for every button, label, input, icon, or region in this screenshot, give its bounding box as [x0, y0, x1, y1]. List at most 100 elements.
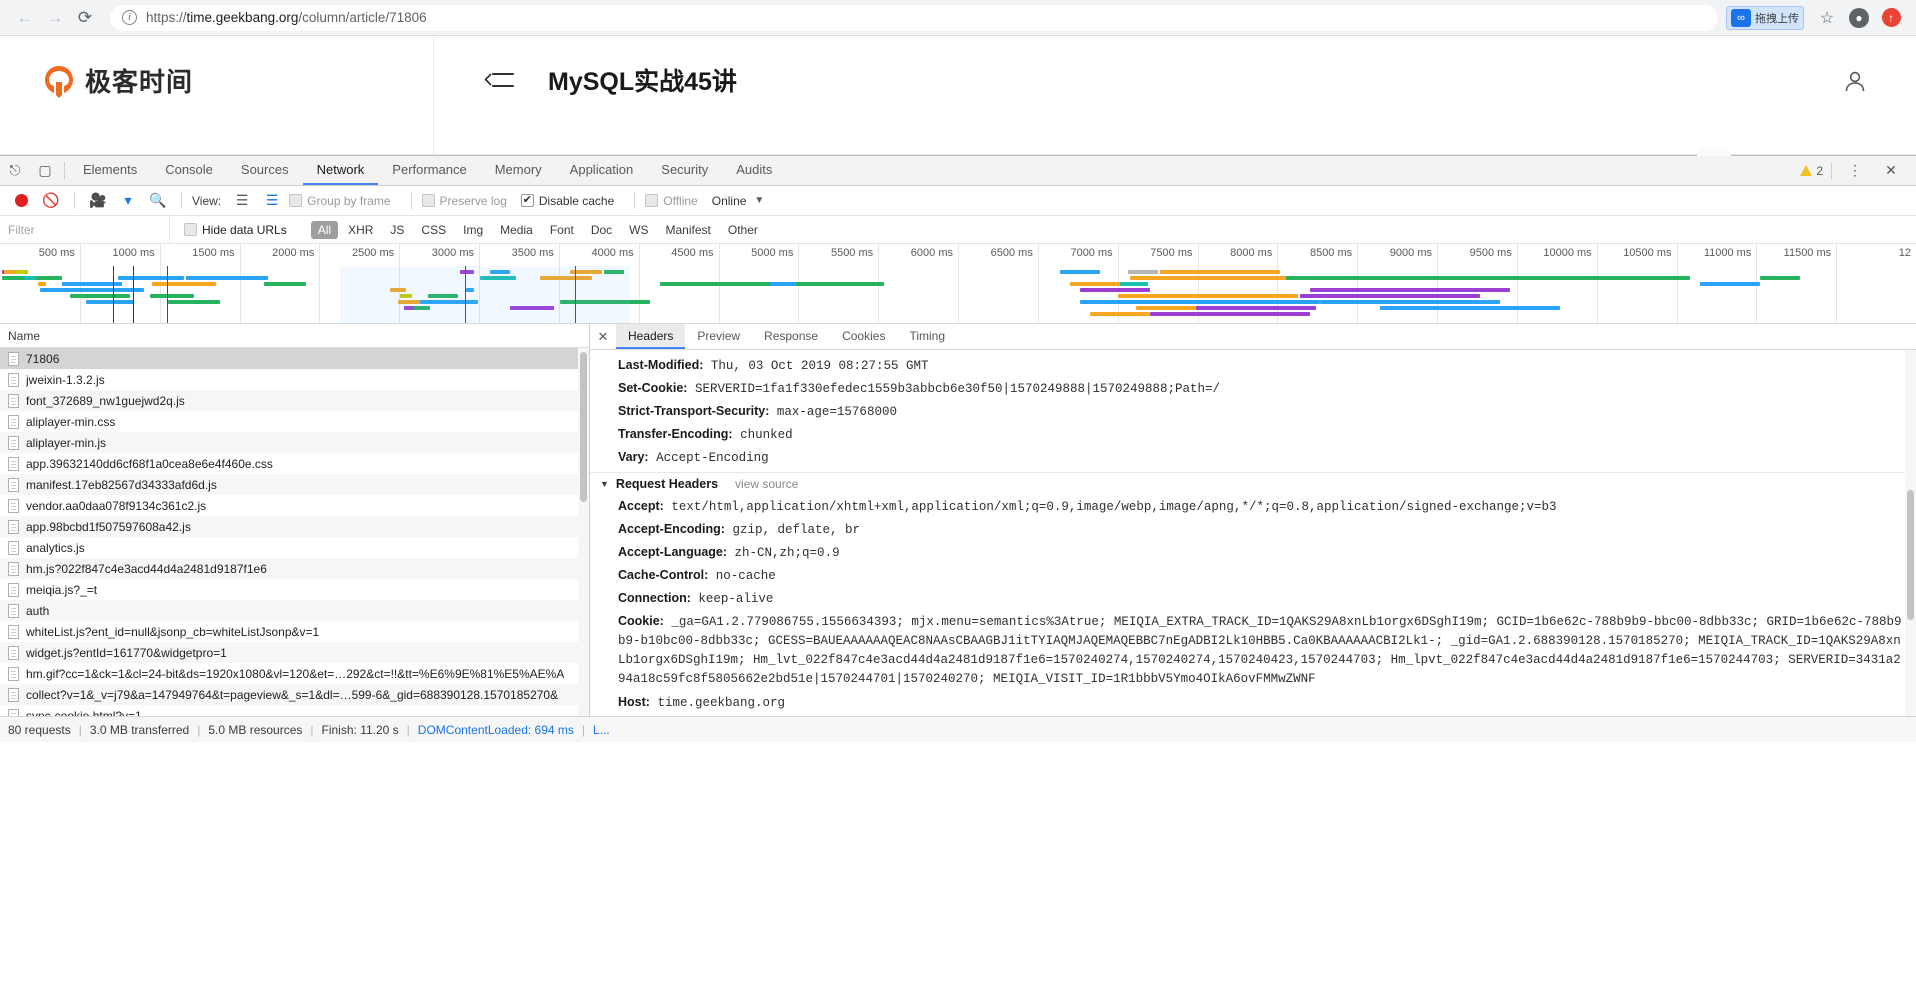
close-detail-icon[interactable]: ✕ — [590, 324, 616, 349]
filter-type-doc[interactable]: Doc — [584, 221, 619, 239]
table-row[interactable]: widget.js?entId=161770&widgetpro=1 — [0, 642, 589, 663]
forward-arrow-icon[interactable]: → — [40, 3, 70, 33]
address-bar[interactable]: i https://time.geekbang.org/column/artic… — [110, 4, 1718, 31]
timeline-gridline — [239, 244, 241, 323]
tab-elements[interactable]: Elements — [69, 156, 151, 185]
filter-type-img[interactable]: Img — [456, 221, 490, 239]
detail-tab-cookies[interactable]: Cookies — [830, 324, 897, 349]
tab-performance[interactable]: Performance — [378, 156, 480, 185]
filter-type-js[interactable]: JS — [383, 221, 411, 239]
request-headers-section[interactable]: ▼ Request Headers view source — [590, 472, 1916, 495]
collapse-sidebar-icon[interactable] — [484, 68, 518, 92]
record-button-icon[interactable] — [8, 188, 34, 214]
hide-data-urls-checkbox[interactable]: Hide data URLs — [184, 223, 287, 237]
table-row[interactable]: manifest.17eb82567d34333afd6d.js — [0, 474, 589, 495]
group-by-frame-checkbox[interactable]: Group by frame — [289, 194, 391, 208]
detail-tab-response[interactable]: Response — [752, 324, 830, 349]
chevron-down-icon[interactable]: ▼ — [754, 195, 764, 206]
timeline-selection-region[interactable] — [340, 266, 630, 323]
filter-type-xhr[interactable]: XHR — [341, 221, 380, 239]
timeline-event-marker — [133, 266, 134, 323]
cookie-header-row: Cookie: _ga=GA1.2.779086755.1556634393; … — [590, 610, 1916, 691]
header-value: keep-alive — [690, 592, 774, 606]
filter-type-other[interactable]: Other — [721, 221, 765, 239]
tab-network[interactable]: Network — [302, 156, 379, 185]
filter-funnel-icon[interactable]: ▾ — [115, 188, 141, 214]
hide-data-urls-box — [184, 223, 197, 236]
document-icon — [8, 708, 19, 716]
tab-application[interactable]: Application — [556, 156, 648, 185]
table-row[interactable]: analytics.js — [0, 537, 589, 558]
user-account-icon[interactable] — [1842, 68, 1868, 94]
table-row[interactable]: aliplayer-min.css — [0, 411, 589, 432]
table-row[interactable]: meiqia.js?_=t — [0, 579, 589, 600]
table-row[interactable]: collect?v=1&_v=j79&a=147949764&t=pagevie… — [0, 684, 589, 705]
tab-security[interactable]: Security — [647, 156, 722, 185]
header-name: Set-Cookie: — [618, 381, 688, 395]
device-toolbar-icon[interactable]: ▢ — [30, 156, 60, 185]
filter-type-css[interactable]: CSS — [414, 221, 453, 239]
requests-scrollbar[interactable] — [578, 348, 589, 716]
close-devtools-icon[interactable]: ✕ — [1876, 162, 1906, 179]
requests-list[interactable]: 71806 jweixin-1.3.2.js font_372689_nw1guej… — [0, 348, 589, 716]
throttling-value[interactable]: Online — [712, 194, 747, 208]
table-row[interactable]: hm.js?022f847c4e3acd44d4a2481d9187f1e6 — [0, 558, 589, 579]
table-row[interactable]: 71806 — [0, 348, 589, 369]
view-source-link[interactable]: view source — [735, 477, 798, 491]
tab-audits[interactable]: Audits — [722, 156, 786, 185]
network-overview-timeline[interactable]: 500 ms 1000 ms 1500 ms 2000 ms 2500 ms 3000 m… — [0, 244, 1916, 324]
table-row[interactable]: hm.gif?cc=1&ck=1&cl=24-bit&ds=1920x1080&… — [0, 663, 589, 684]
table-row[interactable]: app.39632140dd6cf68f1a0cea8e6e4f460e.css — [0, 453, 589, 474]
table-row[interactable]: auth — [0, 600, 589, 621]
timeline-gridline — [1037, 244, 1039, 323]
filter-input[interactable] — [0, 215, 170, 244]
timeline-tick-label: 9500 ms — [1469, 247, 1512, 259]
document-icon — [8, 477, 19, 492]
filter-type-all[interactable]: All — [310, 220, 339, 239]
star-icon[interactable]: ☆ — [1812, 3, 1842, 33]
filter-type-manifest[interactable]: Manifest — [659, 221, 718, 239]
table-row[interactable]: app.98bcbd1f507597608a42.js — [0, 516, 589, 537]
detail-tab-headers[interactable]: Headers — [616, 324, 686, 349]
filter-type-ws[interactable]: WS — [622, 221, 655, 239]
detail-tab-timing[interactable]: Timing — [897, 324, 957, 349]
more-options-icon[interactable]: ⋮ — [1840, 162, 1870, 179]
timeline-request-bar — [1080, 288, 1150, 292]
detail-scrollbar[interactable] — [1905, 350, 1916, 716]
offline-checkbox[interactable]: Offline — [645, 194, 698, 208]
table-row[interactable]: aliplayer-min.js — [0, 432, 589, 453]
table-row[interactable]: vendor.aa0daa078f9134c361c2.js — [0, 495, 589, 516]
warning-count-chip[interactable]: 2 — [1800, 164, 1823, 178]
table-row[interactable]: sync-cookie.html?v=1 — [0, 705, 589, 716]
browser-menu-icon[interactable]: ↑ — [1876, 3, 1906, 33]
filter-type-media[interactable]: Media — [493, 221, 540, 239]
back-arrow-icon[interactable]: ← — [10, 3, 40, 33]
reload-icon[interactable]: ⟳ — [70, 3, 100, 33]
capture-screenshots-icon[interactable]: 🎥 — [85, 188, 111, 214]
document-icon — [8, 645, 19, 660]
list-view-icon[interactable]: ☰ — [229, 188, 255, 214]
clear-network-icon[interactable]: 🚫 — [38, 188, 64, 214]
request-name: 71806 — [26, 351, 60, 366]
profile-avatar-icon[interactable]: ● — [1844, 3, 1874, 33]
site-logo[interactable]: 极客时间 — [42, 62, 193, 99]
table-row[interactable]: jweixin-1.3.2.js — [0, 369, 589, 390]
header-value: chunked — [732, 428, 793, 442]
detail-tab-preview[interactable]: Preview — [685, 324, 752, 349]
tab-console[interactable]: Console — [151, 156, 227, 185]
search-icon[interactable]: 🔍 — [145, 188, 171, 214]
tab-memory[interactable]: Memory — [481, 156, 556, 185]
tab-sources[interactable]: Sources — [227, 156, 303, 185]
expand-triangle-icon[interactable]: ▼ — [600, 479, 609, 489]
upload-extension-button[interactable]: ∞ 拖拽上传 — [1726, 5, 1804, 30]
table-row[interactable]: font_372689_nw1guejwd2q.js — [0, 390, 589, 411]
disable-cache-checkbox[interactable]: Disable cache — [520, 194, 614, 208]
filter-type-font[interactable]: Font — [543, 221, 581, 239]
resource-type-filters: All XHR JS CSS Img Media Font Doc WS Man… — [297, 220, 765, 239]
site-info-icon[interactable]: i — [122, 10, 137, 25]
waterfall-view-icon[interactable]: ☰ — [259, 188, 285, 214]
inspect-element-icon[interactable]: ⎋ — [0, 156, 30, 185]
preserve-log-checkbox[interactable]: Preserve log — [421, 194, 507, 208]
warning-count-label: 2 — [1816, 163, 1823, 178]
table-row[interactable]: whiteList.js?ent_id=null&jsonp_cb=whiteL… — [0, 621, 589, 642]
